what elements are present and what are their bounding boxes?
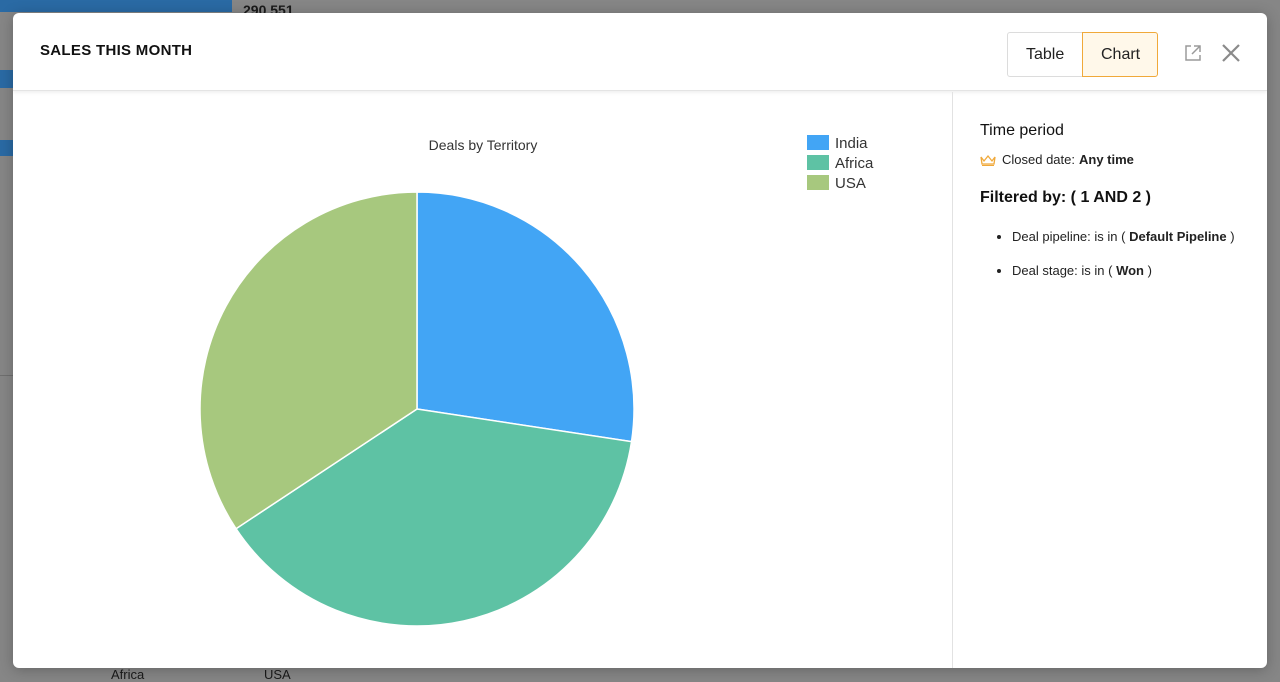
pie-chart: Deals by Territory India Africa USA xyxy=(199,135,874,627)
closed-date-label: Closed date: xyxy=(1002,152,1075,167)
closed-date-value: Any time xyxy=(1079,152,1134,167)
filter-list: Deal pipeline: is in ( Default Pipeline … xyxy=(980,227,1250,281)
modal-title: SALES THIS MONTH xyxy=(40,42,193,59)
filtered-by-heading: Filtered by: ( 1 AND 2 ) xyxy=(980,189,1151,206)
view-toggle: Table Chart xyxy=(1007,32,1158,77)
bg-divider xyxy=(0,375,13,376)
filter-value: Default Pipeline xyxy=(1129,229,1227,244)
table-view-button[interactable]: Table xyxy=(1007,32,1083,77)
filter-item: Deal pipeline: is in ( Default Pipeline … xyxy=(1012,227,1250,247)
legend-swatch-usa[interactable] xyxy=(807,175,829,190)
filter-close: ) xyxy=(1147,263,1152,278)
legend-label-usa[interactable]: USA xyxy=(835,175,866,192)
legend-label-africa[interactable]: Africa xyxy=(835,155,874,172)
bg-label: USA xyxy=(264,667,291,682)
report-modal: SALES THIS MONTH Table Chart Deals by Te… xyxy=(13,13,1267,668)
crown-icon xyxy=(980,154,996,166)
bg-bar xyxy=(0,140,13,156)
closed-date-row: Closed date: Any time xyxy=(980,152,1250,167)
legend-swatch-india[interactable] xyxy=(807,135,829,150)
filter-value: Won xyxy=(1116,263,1144,278)
close-icon[interactable] xyxy=(1221,43,1241,63)
panel-divider xyxy=(952,92,953,668)
filter-close: ) xyxy=(1230,229,1235,244)
filter-condition: Deal stage: is in ( xyxy=(1012,263,1113,278)
pie-slice-india[interactable] xyxy=(416,191,635,443)
bg-bar xyxy=(0,0,232,12)
modal-header: SALES THIS MONTH Table Chart xyxy=(13,13,1267,91)
external-link-icon[interactable] xyxy=(1183,43,1203,63)
chart-area: Deals by Territory India Africa USA xyxy=(13,92,952,668)
chart-title: Deals by Territory xyxy=(429,137,538,153)
filter-item: Deal stage: is in ( Won ) xyxy=(1012,261,1250,281)
legend-label-india[interactable]: India xyxy=(835,135,868,152)
legend-swatch-africa[interactable] xyxy=(807,155,829,170)
filter-condition: Deal pipeline: is in ( xyxy=(1012,229,1126,244)
bg-bar xyxy=(0,70,13,88)
time-period-heading: Time period xyxy=(980,122,1064,139)
bg-label: Africa xyxy=(111,667,145,682)
report-details-panel: Time period Closed date: Any time Filter… xyxy=(980,92,1250,295)
chart-view-button[interactable]: Chart xyxy=(1082,32,1158,77)
